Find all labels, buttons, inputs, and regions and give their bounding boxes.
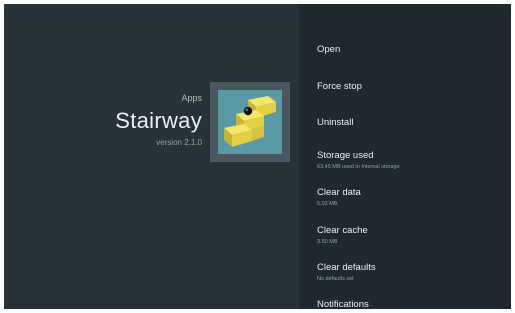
menu-item-label: Clear data <box>317 187 361 198</box>
breadcrumb: Apps <box>181 93 202 103</box>
menu-item-clear-cache[interactable]: Clear cache 3.50 MB <box>317 225 502 246</box>
app-version: version 2.1.0 <box>156 138 202 147</box>
menu-item-label: Notifications <box>317 299 369 309</box>
menu-item-clear-defaults[interactable]: Clear defaults No defaults set <box>317 262 502 283</box>
menu-item-label: Force stop <box>317 81 362 92</box>
menu-item-label: Uninstall <box>317 117 354 128</box>
menu-item-notifications[interactable]: Notifications <box>317 299 502 309</box>
menu-item-label: Clear cache <box>317 225 368 236</box>
menu-item-force-stop[interactable]: Force stop <box>317 81 502 93</box>
app-title: Stairway <box>115 108 202 133</box>
menu-item-subtitle: No defaults set <box>317 276 354 282</box>
app-icon-frame <box>210 82 290 162</box>
menu-item-label: Storage used <box>317 150 374 161</box>
menu-item-label: Clear defaults <box>317 262 376 273</box>
app-info: Apps Stairway version 2.1.0 <box>4 93 202 148</box>
menu-item-uninstall[interactable]: Uninstall <box>317 117 502 129</box>
app-info-pane: Apps Stairway version 2.1.0 <box>4 4 299 309</box>
menu-item-label: Open <box>317 44 341 55</box>
menu-item-subtitle: 5.02 MB <box>317 201 338 207</box>
menu-item-open[interactable]: Open <box>317 44 502 56</box>
tv-settings-screen: Apps Stairway version 2.1.0 Open Force s… <box>4 4 511 309</box>
menu-item-subtitle: 3.50 MB <box>317 239 338 245</box>
menu-item-storage-used[interactable]: Storage used 63.45 MB used in Internal s… <box>317 150 502 171</box>
menu-item-subtitle: 63.45 MB used in Internal storage <box>317 164 400 170</box>
stairway-app-icon <box>218 90 282 154</box>
menu-item-clear-data[interactable]: Clear data 5.02 MB <box>317 187 502 208</box>
